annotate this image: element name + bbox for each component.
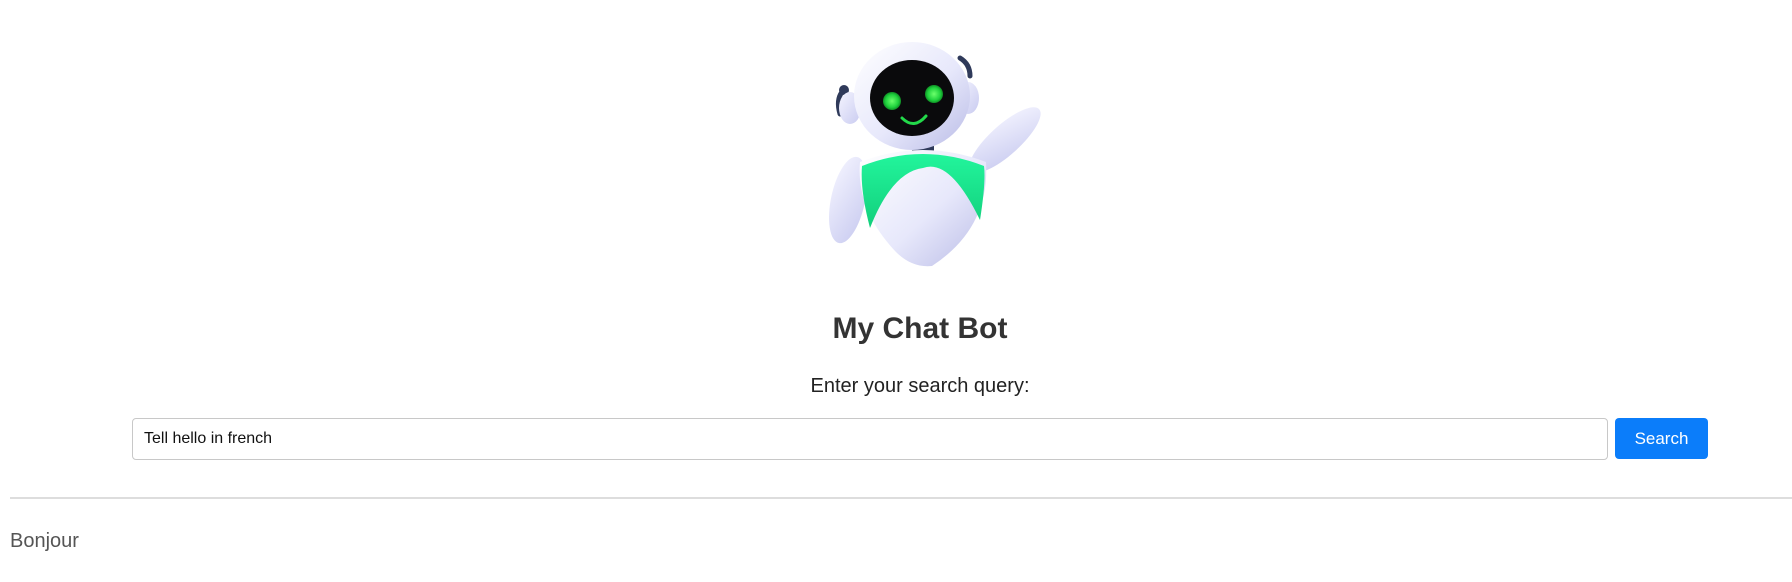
search-input[interactable] [132, 418, 1608, 460]
page-title: My Chat Bot [832, 312, 1008, 345]
chat-response-text: Bonjour [10, 530, 79, 552]
search-query-label: Enter your search query: [810, 375, 1030, 397]
robot-mascot-icon [820, 40, 1046, 276]
search-bar: Search [132, 418, 1708, 460]
divider [10, 497, 1792, 499]
chat-bot-page: My Chat Bot Enter your search query: Sea… [0, 0, 1792, 582]
search-button[interactable]: Search [1615, 418, 1708, 459]
